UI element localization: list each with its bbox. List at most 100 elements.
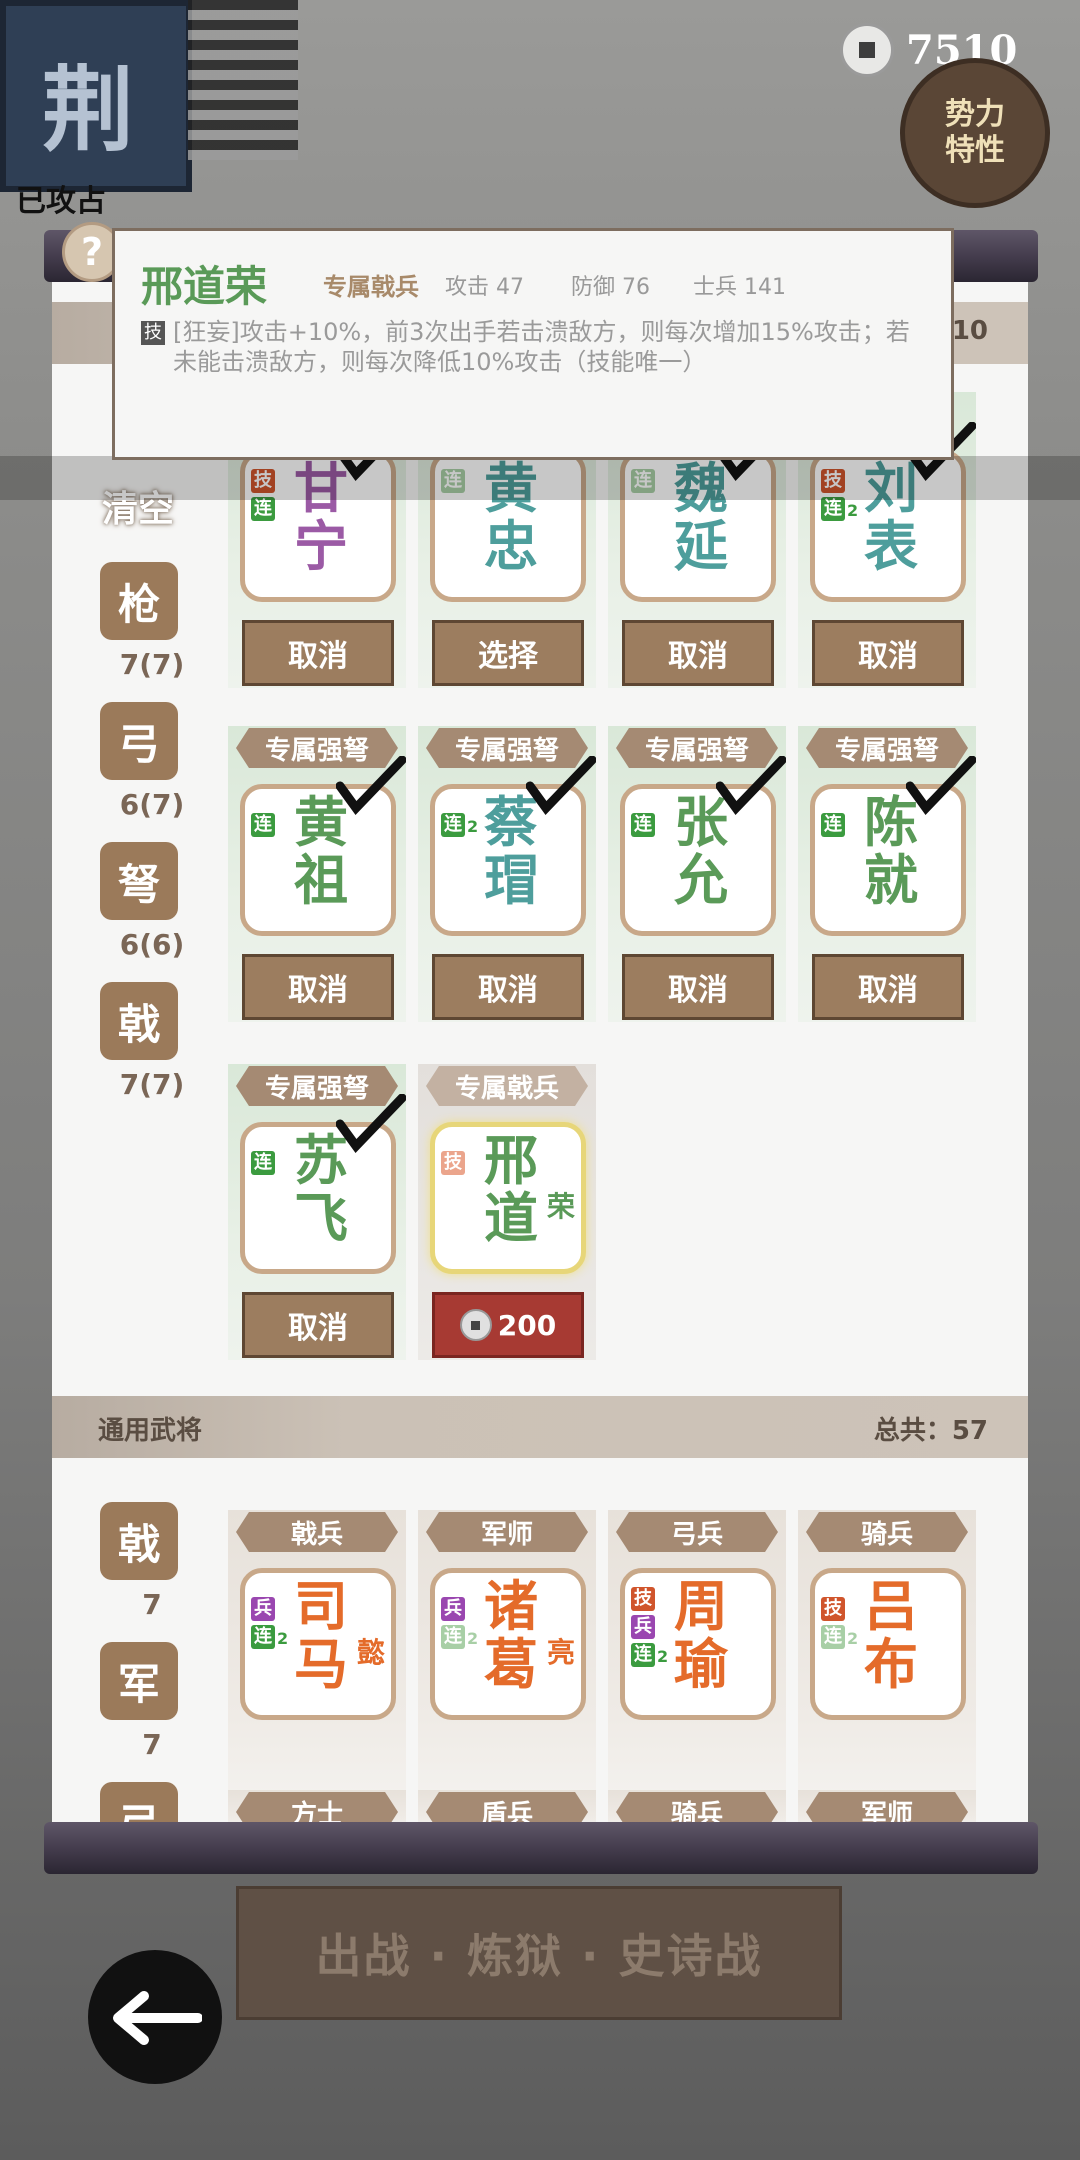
name-char-2: 瑁: [484, 848, 538, 912]
skill-badge: 技: [441, 1151, 465, 1175]
back-arrow-icon: [113, 1991, 202, 2045]
cancel-button[interactable]: 取消: [812, 954, 964, 1020]
name-char-2: 允: [674, 848, 728, 912]
name-char-2: 葛: [484, 1632, 538, 1696]
name-char-2: 飞: [294, 1186, 348, 1250]
filter-general-halberd-count: 7: [142, 1588, 162, 1621]
general-card-xing-dao-rong[interactable]: 专属戟兵 技 邢 道 荣 200: [418, 1064, 596, 1360]
name-frame: 技 连 2 吕 布: [810, 1568, 966, 1720]
buy-button[interactable]: 200: [432, 1292, 584, 1358]
skill-badge: 技: [631, 1587, 655, 1611]
filter-halberd[interactable]: 戟: [100, 982, 178, 1060]
filter-general-bow[interactable]: 弓: [100, 1782, 178, 1822]
filter-general-strategist-count: 7: [142, 1728, 162, 1761]
filter-general-strategist-label: 军: [117, 1659, 160, 1709]
card-tag: 盾兵: [426, 1792, 588, 1822]
general-tooltip: 邢道荣 专属戟兵 攻击 47 防御 76 士兵 141 技 [狂妄]攻击+10%…: [112, 228, 954, 460]
attacked-label: 已攻占: [16, 184, 106, 219]
general-total: 总共：57: [873, 1416, 988, 1446]
general-card-chen-jiu[interactable]: 专属强弩 连 陈 就 取消: [798, 726, 976, 1022]
tooltip-description: [狂妄]攻击+10%，前3次出手若击溃敌方，则每次增加15%攻击；若未能击溃敌方…: [173, 318, 910, 376]
name-char-2: 瑜: [674, 1632, 728, 1696]
card-tag: 方士: [236, 1792, 398, 1822]
tooltip-shadow: [0, 456, 1080, 500]
tooltip-type: 专属戟兵: [323, 273, 419, 301]
combo-badge: 连: [251, 497, 275, 521]
selected-check-icon: [336, 1094, 406, 1153]
card-tag: 骑兵: [616, 1792, 778, 1822]
scroll-rod-bottom: [44, 1822, 1038, 1874]
general-card-cai-mao[interactable]: 专属强弩 连 2 蔡 瑁 取消: [418, 726, 596, 1022]
exclusive-count: 10: [951, 316, 988, 346]
general-card-next-3[interactable]: 骑兵: [608, 1790, 786, 1822]
cancel-button[interactable]: 取消: [622, 954, 774, 1020]
filter-crossbow[interactable]: 弩: [100, 842, 178, 920]
troop-badge: 兵: [631, 1615, 655, 1639]
filter-spear-count: 7(7): [119, 648, 185, 681]
coin-icon: [459, 1309, 492, 1341]
general-card-next-1[interactable]: 方士: [228, 1790, 406, 1822]
name-char-3: 懿: [357, 1636, 386, 1669]
tooltip-name: 邢道荣: [141, 262, 268, 311]
combo-badge: 连: [251, 1151, 275, 1175]
cancel-button[interactable]: 取消: [242, 954, 394, 1020]
name-frame: 兵 连 2 诸 葛 亮: [430, 1568, 586, 1720]
card-tag: 军师: [806, 1792, 968, 1822]
back-button[interactable]: [88, 1950, 222, 2084]
faction-flag: 荆: [0, 0, 192, 192]
general-card-next-2[interactable]: 盾兵: [418, 1790, 596, 1822]
coin-icon: [840, 23, 894, 77]
name-char-3: 亮: [547, 1636, 576, 1669]
filter-general-halberd[interactable]: 戟: [100, 1502, 178, 1580]
name-char-2: 布: [864, 1632, 918, 1696]
troop-badge: 兵: [441, 1597, 465, 1621]
general-band: 通用武将 总共：57: [52, 1396, 1028, 1458]
combo-badge: 连: [821, 497, 845, 521]
tooltip-skill-badge: 技: [141, 321, 165, 345]
general-card-zhang-yun[interactable]: 专属强弩 连 张 允 取消: [608, 726, 786, 1022]
tooltip-soldiers: 士兵 141: [693, 275, 786, 300]
faction-traits-button[interactable]: 势力 特性: [900, 58, 1050, 208]
name-char-2: 祖: [294, 848, 348, 912]
name-char-1: 诸: [484, 1574, 538, 1638]
name-char-1: 周: [674, 1574, 728, 1638]
card-tag: 骑兵: [806, 1512, 968, 1552]
combo-badge: 连: [631, 813, 655, 837]
cancel-button[interactable]: 取消: [622, 620, 774, 686]
name-char-2: 延: [674, 514, 728, 578]
battle-button[interactable]: 出战 · 炼狱 · 史诗战: [236, 1886, 842, 2020]
filter-crossbow-label: 弩: [117, 859, 160, 909]
general-card-lv-bu[interactable]: 骑兵 技 连 2 吕 布: [798, 1510, 976, 1806]
combo-badge: 连: [441, 1625, 465, 1649]
cancel-button[interactable]: 取消: [812, 620, 964, 686]
selected-check-icon: [526, 756, 596, 815]
filter-spear[interactable]: 枪: [100, 562, 178, 640]
general-card-huang-zu[interactable]: 专属强弩 连 黄 祖 取消: [228, 726, 406, 1022]
name-frame: 技 兵 连 2 周 瑜: [620, 1568, 776, 1720]
name-char-1: 司: [294, 1574, 348, 1638]
filter-general-bow-label: 弓: [118, 1791, 160, 1823]
combo-badge: 连: [251, 1625, 275, 1649]
select-button[interactable]: 选择: [432, 620, 584, 686]
general-card-next-4[interactable]: 军师: [798, 1790, 976, 1822]
general-card-zhou-yu[interactable]: 弓兵 技 兵 连 2 周 瑜: [608, 1510, 786, 1806]
general-card-zhuge-liang[interactable]: 军师 兵 连 2 诸 葛 亮: [418, 1510, 596, 1806]
combo-badge: 连: [821, 813, 845, 837]
general-panel: 10 清空 枪 7(7) 弓 6(7) 弩 6(6) 戟 7(7) 技 连 甘 …: [52, 282, 1028, 1822]
general-card-su-fei[interactable]: 专属强弩 连 苏 飞 取消: [228, 1064, 406, 1360]
filter-halberd-label: 戟: [117, 999, 160, 1049]
filter-bow-count: 6(7): [119, 788, 185, 821]
combo-badge: 连: [631, 1643, 655, 1667]
filter-general-strategist[interactable]: 军: [100, 1642, 178, 1720]
cancel-button[interactable]: 取消: [242, 620, 394, 686]
filter-halberd-count: 7(7): [119, 1068, 185, 1101]
filter-bow-label: 弓: [117, 719, 160, 769]
cancel-button[interactable]: 取消: [242, 1292, 394, 1358]
selected-check-icon: [716, 756, 786, 815]
general-card-sima-yi[interactable]: 戟兵 兵 连 2 司 马 懿: [228, 1510, 406, 1806]
name-char-2: 宁: [294, 514, 348, 578]
name-char-1: 吕: [864, 1574, 918, 1638]
name-char-2: 忠: [484, 514, 538, 578]
filter-bow[interactable]: 弓: [100, 702, 178, 780]
cancel-button[interactable]: 取消: [432, 954, 584, 1020]
